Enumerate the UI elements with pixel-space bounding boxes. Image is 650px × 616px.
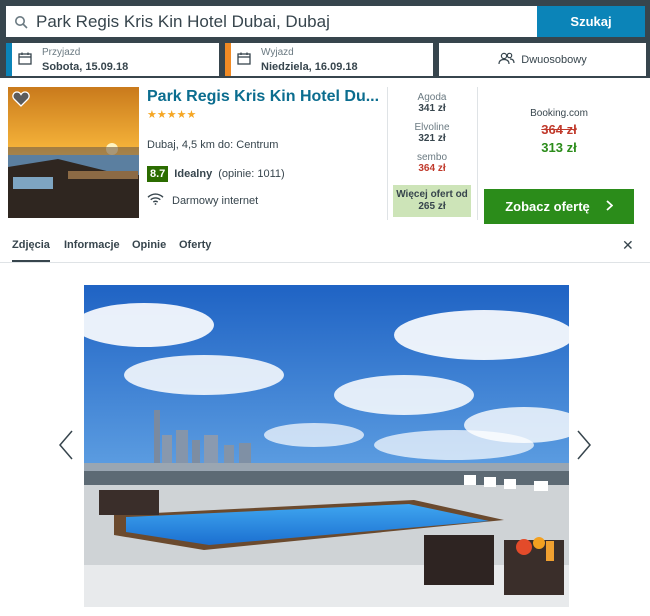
chevron-right-icon[interactable]: [576, 430, 592, 465]
top-search-bar: Park Regis Kris Kin Hotel Dubai, Dubaj S…: [0, 0, 650, 78]
calendar-icon: [18, 52, 32, 70]
checkin-date-field[interactable]: Przyjazd Sobota, 15.09.18: [6, 43, 219, 76]
checkin-value: Sobota, 15.09.18: [42, 61, 129, 73]
tab-photos[interactable]: Zdjęcia: [12, 239, 50, 262]
offer-provider: Agoda: [417, 92, 447, 103]
hotel-location: Dubaj, 4,5 km do: Centrum: [147, 139, 279, 151]
checkout-date-field[interactable]: Wyjazd Niedziela, 16.09.18: [225, 43, 433, 76]
tab-reviews[interactable]: Opinie: [132, 239, 166, 251]
checkout-value: Niedziela, 16.09.18: [261, 61, 358, 73]
offer-price: 341 zł: [418, 103, 446, 114]
best-offer-provider: Booking.com: [530, 108, 588, 119]
view-deal-button[interactable]: Zobacz ofertę: [484, 189, 634, 224]
rating-row[interactable]: 8.7 Idealny (opinie: 1011): [147, 166, 285, 182]
search-button[interactable]: Szukaj: [537, 6, 645, 37]
offer-provider: sembo: [416, 152, 447, 163]
offer-item[interactable]: Agoda 341 zł: [388, 92, 476, 114]
rating-score-badge: 8.7: [147, 166, 169, 182]
view-deal-label: Zobacz ofertę: [505, 199, 590, 214]
search-icon: [6, 6, 36, 37]
hotel-name-link[interactable]: Park Regis Kris Kin Hotel Du...: [147, 88, 382, 106]
more-offers-price: 265 zł: [418, 201, 446, 212]
more-offers-button[interactable]: Więcej ofert od 265 zł: [393, 185, 471, 217]
calendar-icon: [237, 52, 251, 70]
checkout-text: Wyjazd Niedziela, 16.09.18: [261, 47, 358, 73]
tab-offers[interactable]: Oferty: [179, 239, 211, 251]
hotel-thumbnail[interactable]: [8, 87, 139, 218]
best-offer: Booking.com 364 zł 313 zł: [484, 108, 634, 155]
best-offer-old-price: 364 zł: [541, 122, 577, 137]
detail-tabs: Zdjęcia Informacje Opinie Oferty ✕: [0, 233, 650, 263]
divider: [477, 87, 478, 220]
chevron-right-icon: [606, 199, 614, 214]
checkin-accent: [6, 43, 12, 76]
more-offers-label: Więcej ofert od: [396, 189, 468, 200]
search-query: Park Regis Kris Kin Hotel Dubai, Dubaj: [36, 11, 330, 31]
hotel-stars: ★★★★★: [147, 109, 197, 121]
search-input[interactable]: Park Regis Kris Kin Hotel Dubai, Dubaj: [6, 6, 537, 37]
gallery-photo: [84, 285, 569, 607]
wifi-icon: [147, 193, 164, 208]
users-icon: [498, 52, 515, 68]
offer-item[interactable]: Elvoline 321 zł: [388, 122, 476, 144]
room-type-selector[interactable]: Dwuosobowy: [439, 43, 646, 76]
close-icon[interactable]: ✕: [622, 237, 634, 254]
best-offer-new-price: 313 zł: [541, 140, 577, 155]
offer-price: 321 zł: [418, 133, 446, 144]
checkout-accent: [225, 43, 231, 76]
heart-icon[interactable]: [12, 91, 30, 112]
checkin-text: Przyjazd Sobota, 15.09.18: [42, 47, 128, 73]
checkout-label: Wyjazd: [261, 47, 294, 58]
offer-provider: Elvoline: [414, 122, 450, 133]
chevron-left-icon[interactable]: [58, 430, 74, 465]
amenity-label: Darmowy internet: [172, 194, 259, 207]
offer-item[interactable]: sembo 364 zł: [388, 152, 476, 174]
tab-info[interactable]: Informacje: [64, 239, 120, 251]
offer-price: 364 zł: [418, 163, 446, 174]
amenity-item: Darmowy internet: [147, 193, 258, 208]
checkin-label: Przyjazd: [42, 47, 81, 58]
room-type-label: Dwuosobowy: [521, 53, 587, 66]
rating-reviews: (opinie: 1011): [218, 168, 285, 180]
offer-list: Agoda 341 zł Elvoline 321 zł sembo 364 z…: [388, 92, 476, 182]
rating-label: Idealny: [174, 168, 213, 180]
